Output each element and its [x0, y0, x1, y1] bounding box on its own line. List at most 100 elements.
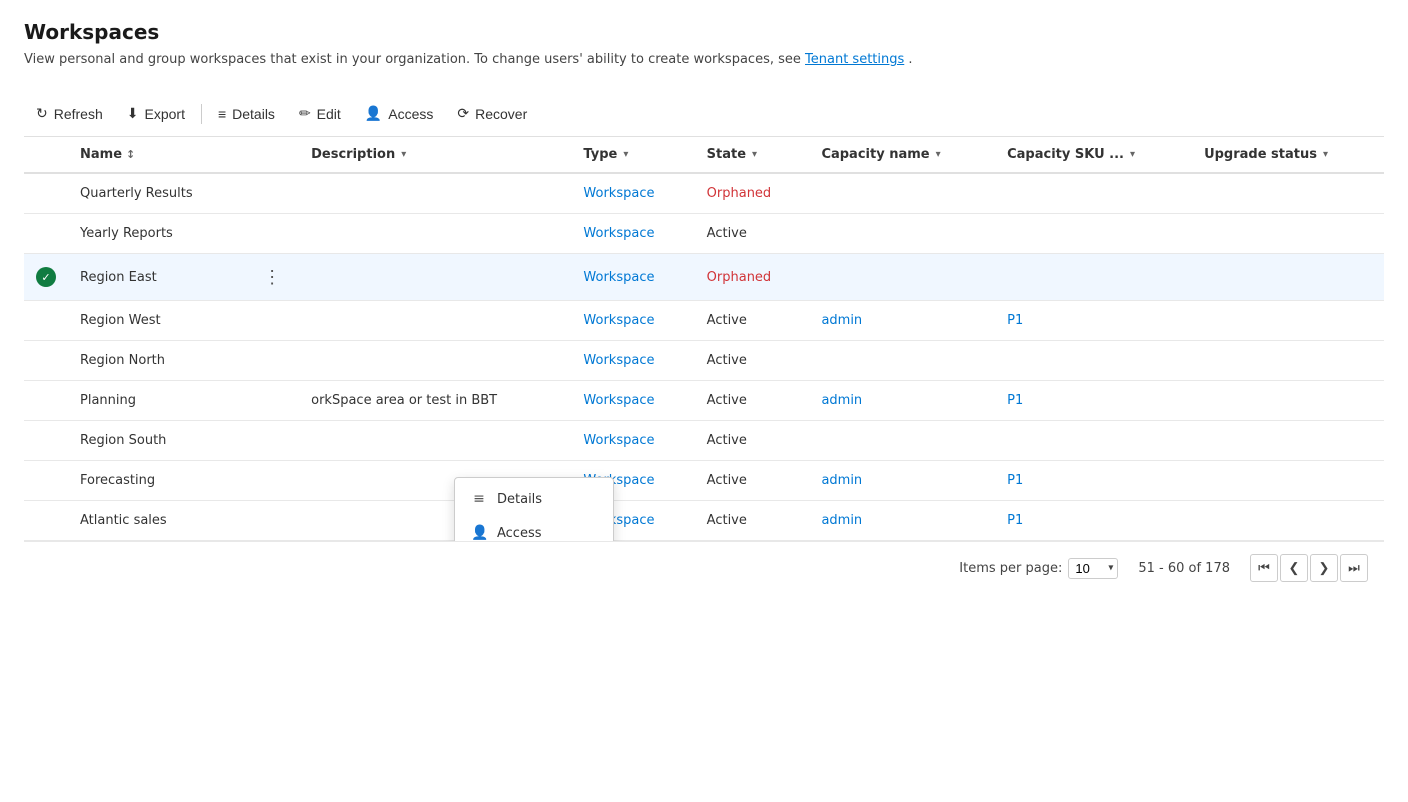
col-description[interactable]: Description ▾ [299, 137, 571, 173]
workspaces-page: Workspaces View personal and group works… [0, 0, 1408, 614]
last-page-button[interactable]: ⏭︎ [1340, 554, 1368, 582]
table-container: Name ↕ Description ▾ Type [24, 137, 1384, 541]
row-type: Workspace [571, 173, 694, 214]
row-checkbox-cell [24, 461, 68, 501]
context-menu: ≡Details👤Access✏Edit⟳Recover [454, 477, 614, 541]
col-upgrade-status-label: Upgrade status [1204, 147, 1317, 162]
row-capacity-name [809, 341, 995, 381]
row-state: Active [695, 341, 810, 381]
row-capacity-name: admin [809, 301, 995, 341]
row-name: Region West [68, 301, 245, 341]
row-upgrade-status [1192, 421, 1384, 461]
col-state-label: State [707, 147, 746, 162]
per-page-select[interactable]: 10 25 50 100 [1068, 558, 1118, 579]
col-capacity-sku-label: Capacity SKU ... [1007, 147, 1124, 162]
row-capacity-sku [995, 421, 1192, 461]
state-filter-icon: ▾ [752, 149, 757, 160]
row-description [299, 173, 571, 214]
row-name: Yearly Reports [68, 214, 245, 254]
context-menu-item-access[interactable]: 👤Access [455, 516, 613, 541]
col-checkbox [24, 137, 68, 173]
export-label: Export [145, 106, 185, 122]
row-state: Active [695, 301, 810, 341]
next-page-button[interactable]: ❯ [1310, 554, 1338, 582]
row-state: Active [695, 214, 810, 254]
col-state[interactable]: State ▾ [695, 137, 810, 173]
row-name: Quarterly Results [68, 173, 245, 214]
row-state: Active [695, 381, 810, 421]
first-page-button[interactable]: ⏮︎ [1250, 554, 1278, 582]
details-menu-label: Details [497, 492, 542, 507]
toolbar: ↻ Refresh ⬇ Export ≡ Details ✏ Edit 👤 Ac… [24, 91, 1384, 137]
recover-label: Recover [475, 106, 527, 122]
row-upgrade-status [1192, 214, 1384, 254]
col-capacity-name[interactable]: Capacity name ▾ [809, 137, 995, 173]
row-upgrade-status [1192, 501, 1384, 541]
row-more-cell [245, 421, 299, 461]
row-name: Region South [68, 421, 245, 461]
details-menu-icon: ≡ [471, 491, 487, 507]
row-checkbox-cell [24, 301, 68, 341]
edit-label: Edit [317, 106, 341, 122]
col-name[interactable]: Name ↕ [68, 137, 245, 173]
workspaces-table: Name ↕ Description ▾ Type [24, 137, 1384, 541]
row-description [299, 421, 571, 461]
tenant-settings-link[interactable]: Tenant settings [805, 52, 904, 67]
recover-button[interactable]: ⟳ Recover [445, 99, 539, 128]
edit-icon: ✏ [299, 105, 311, 122]
col-description-label: Description [311, 147, 395, 162]
prev-page-button[interactable]: ❮ [1280, 554, 1308, 582]
col-type-label: Type [583, 147, 617, 162]
refresh-button[interactable]: ↻ Refresh [24, 99, 115, 128]
row-type: Workspace [571, 254, 694, 301]
row-capacity-sku [995, 254, 1192, 301]
row-checkbox-cell [24, 173, 68, 214]
row-type: Workspace [571, 214, 694, 254]
row-state: Active [695, 421, 810, 461]
table-row: Atlantic salesWorkspaceActiveadminP1 [24, 501, 1384, 541]
items-per-page-label: Items per page: [959, 561, 1062, 576]
type-filter-icon: ▾ [623, 149, 628, 160]
row-state: Active [695, 501, 810, 541]
row-description [299, 254, 571, 301]
pagination: Items per page: 10 25 50 100 51 - 60 of … [24, 541, 1384, 594]
col-capacity-sku[interactable]: Capacity SKU ... ▾ [995, 137, 1192, 173]
col-type[interactable]: Type ▾ [571, 137, 694, 173]
pagination-range: 51 - 60 of 178 [1138, 561, 1230, 576]
col-upgrade-status[interactable]: Upgrade status ▾ [1192, 137, 1384, 173]
row-capacity-sku: P1 [995, 381, 1192, 421]
row-checkbox-cell [24, 421, 68, 461]
page-description: View personal and group workspaces that … [24, 52, 1384, 67]
row-more-button[interactable]: ⋮ [257, 266, 287, 288]
selected-check-icon: ✓ [36, 267, 56, 287]
row-description [299, 214, 571, 254]
row-state: Orphaned [695, 173, 810, 214]
row-name: Region East [68, 254, 245, 301]
access-button[interactable]: 👤 Access [353, 99, 446, 128]
table-row: Quarterly Results WorkspaceOrphaned [24, 173, 1384, 214]
per-page-wrapper: 10 25 50 100 [1068, 558, 1118, 579]
edit-button[interactable]: ✏ Edit [287, 99, 353, 128]
export-icon: ⬇ [127, 105, 139, 122]
col-capacity-name-label: Capacity name [821, 147, 929, 162]
row-capacity-name [809, 214, 995, 254]
table-row: Region WestWorkspaceActiveadminP1 [24, 301, 1384, 341]
export-button[interactable]: ⬇ Export [115, 99, 197, 128]
row-capacity-sku: P1 [995, 301, 1192, 341]
access-icon: 👤 [365, 105, 382, 122]
context-menu-item-details[interactable]: ≡ Details [455, 482, 613, 516]
row-capacity-name [809, 421, 995, 461]
row-description [299, 341, 571, 381]
toolbar-separator [201, 104, 202, 124]
page-desc-text: View personal and group workspaces that … [24, 52, 805, 67]
row-capacity-name: admin [809, 461, 995, 501]
col-more [245, 137, 299, 173]
details-button[interactable]: ≡ Details [206, 100, 287, 128]
row-capacity-sku: P1 [995, 461, 1192, 501]
details-icon: ≡ [218, 106, 226, 122]
row-more-cell [245, 381, 299, 421]
capacity-sku-filter-icon: ▾ [1130, 149, 1135, 160]
table-row: Yearly Reports WorkspaceActive [24, 214, 1384, 254]
page-title: Workspaces [24, 20, 1384, 44]
page-desc-end: . [908, 52, 912, 67]
